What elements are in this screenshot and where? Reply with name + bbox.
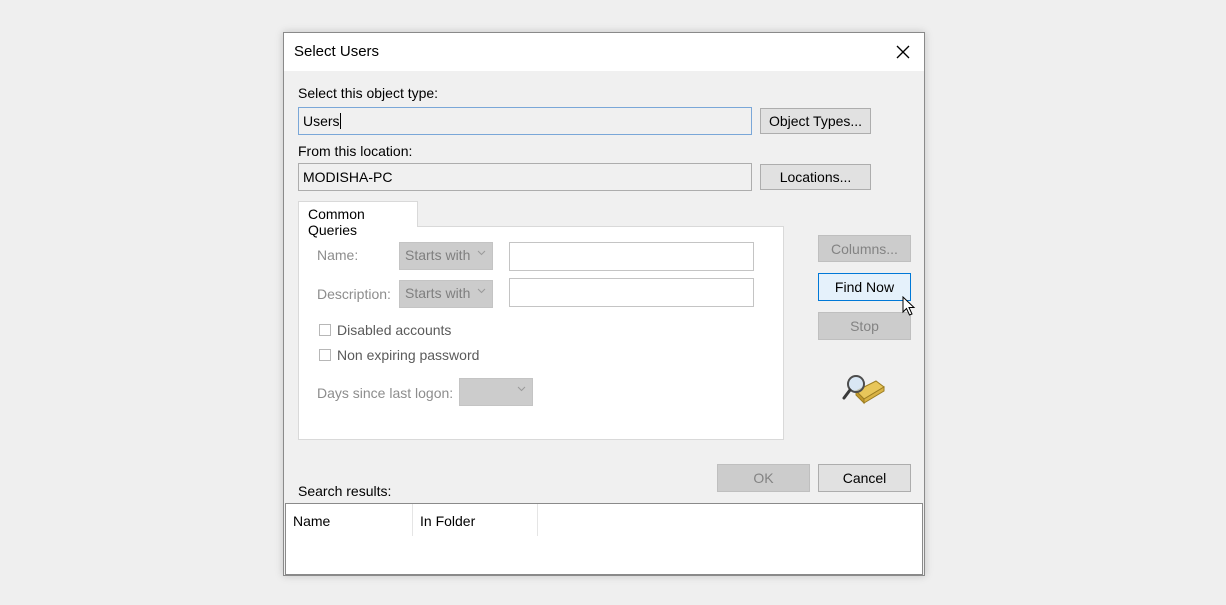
title-bar: Select Users — [284, 33, 924, 71]
object-types-button[interactable]: Object Types... — [760, 108, 871, 134]
location-field: MODISHA-PC — [298, 163, 752, 191]
days-since-logon-label: Days since last logon: — [317, 385, 454, 401]
description-operator-select: Starts with — [399, 280, 493, 308]
text-caret — [339, 113, 341, 129]
locations-button[interactable]: Locations... — [760, 164, 871, 190]
close-button[interactable] — [890, 39, 916, 65]
columns-button: Columns... — [818, 235, 911, 262]
name-label: Name: — [317, 247, 359, 263]
dialog-title: Select Users — [294, 43, 380, 60]
search-magnifier-icon — [842, 375, 885, 405]
column-header-name[interactable]: Name — [286, 504, 413, 536]
column-header-in-folder[interactable]: In Folder — [413, 504, 538, 536]
chevron-down-icon — [477, 288, 486, 294]
disabled-accounts-checkbox — [319, 324, 331, 336]
description-label: Description: — [317, 286, 391, 302]
object-type-field[interactable]: Users — [298, 107, 752, 135]
non-expiring-password-checkbox — [319, 349, 331, 361]
disabled-accounts-label: Disabled accounts — [337, 322, 452, 338]
description-input — [509, 278, 754, 307]
days-since-logon-select — [459, 378, 533, 406]
close-icon — [896, 45, 910, 59]
object-type-label: Select this object type: — [298, 85, 439, 101]
cancel-button[interactable]: Cancel — [818, 464, 911, 492]
ok-button: OK — [717, 464, 810, 492]
tab-common-queries[interactable]: Common Queries — [298, 201, 418, 238]
chevron-down-icon — [477, 250, 486, 256]
chevron-down-icon — [517, 386, 526, 392]
common-queries-panel: Name: Starts with Description: Starts wi… — [298, 226, 784, 440]
stop-button: Stop — [818, 312, 911, 340]
search-results-label: Search results: — [298, 483, 392, 499]
mouse-pointer-icon — [902, 296, 916, 316]
name-operator-select: Starts with — [399, 242, 493, 270]
location-label: From this location: — [298, 143, 413, 159]
select-users-dialog: Select Users Select this object type: Us… — [283, 32, 925, 576]
name-input — [509, 242, 754, 271]
name-operator-value: Starts with — [405, 247, 471, 263]
description-operator-value: Starts with — [405, 285, 471, 301]
non-expiring-password-label: Non expiring password — [337, 347, 480, 363]
find-now-button[interactable]: Find Now — [818, 273, 911, 301]
search-results-list[interactable]: Name In Folder — [285, 503, 923, 575]
object-type-value: Users — [303, 113, 340, 129]
